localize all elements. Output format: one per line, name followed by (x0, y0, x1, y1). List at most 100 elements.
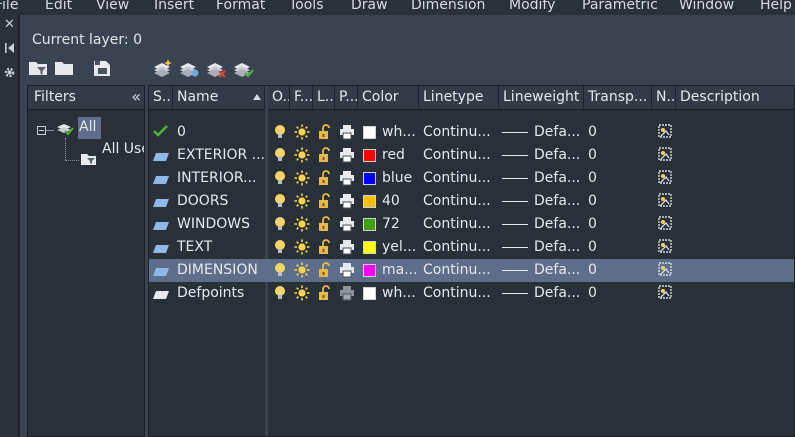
layer-lineweight[interactable]: Defa... (534, 124, 582, 140)
menu-file[interactable]: File (0, 0, 18, 13)
layer-name[interactable]: EXTERIOR ... (177, 147, 265, 163)
layer-thaw-sun-icon[interactable] (294, 193, 310, 213)
layer-transparency[interactable]: 0 (588, 147, 648, 163)
new-property-filter-icon[interactable] (28, 58, 50, 78)
layer-transparency[interactable]: 0 (588, 124, 648, 140)
layer-row[interactable]: INTERIOR... blue Continu... Defa... 0 (149, 167, 794, 190)
layer-unlocked-icon[interactable] (318, 216, 332, 236)
layer-on-bulb-icon[interactable] (274, 285, 286, 305)
layer-lineweight[interactable]: Defa... (534, 262, 582, 278)
layer-color-name[interactable]: red (382, 147, 418, 163)
layer-thaw-sun-icon[interactable] (294, 262, 310, 282)
col-plot[interactable]: P... (335, 86, 358, 110)
menu-parametric[interactable]: Parametric (582, 0, 658, 13)
col-new-vp-freeze[interactable]: N... (652, 86, 676, 110)
layer-plot-printer-icon[interactable] (339, 124, 355, 144)
layer-lineweight[interactable]: Defa... (534, 285, 582, 301)
layer-on-bulb-icon[interactable] (274, 124, 286, 144)
layer-plot-printer-icon[interactable] (339, 262, 355, 282)
layer-unlocked-icon[interactable] (318, 262, 332, 282)
layer-on-bulb-icon[interactable] (274, 262, 286, 282)
layer-row[interactable]: 0 wh... Continu... Defa... 0 (149, 121, 794, 144)
layer-row[interactable]: EXTERIOR ... red Continu... Defa... 0 (149, 144, 794, 167)
new-vp-freeze-icon[interactable] (658, 124, 672, 142)
col-linetype[interactable]: Linetype (419, 86, 499, 110)
menu-edit[interactable]: Edit (45, 0, 72, 13)
close-icon[interactable]: ✕ (3, 18, 16, 32)
menu-draw[interactable]: Draw (351, 0, 388, 13)
new-vp-freeze-icon[interactable] (658, 170, 672, 188)
set-current-layer-icon[interactable] (232, 58, 254, 78)
layer-linetype[interactable]: Continu... (423, 147, 497, 163)
new-vp-freeze-icon[interactable] (658, 285, 672, 303)
col-name[interactable]: Name (173, 86, 265, 110)
menu-dimension[interactable]: Dimension (411, 0, 485, 13)
layer-on-bulb-icon[interactable] (274, 216, 286, 236)
layer-name[interactable]: WINDOWS (177, 216, 265, 232)
layer-thaw-sun-icon[interactable] (294, 239, 310, 259)
layer-color-name[interactable]: blue (382, 170, 418, 186)
layer-thaw-sun-icon[interactable] (294, 216, 310, 236)
layer-transparency[interactable]: 0 (588, 216, 648, 232)
layer-color-swatch[interactable] (363, 241, 376, 254)
layer-plot-printer-icon[interactable] (339, 147, 355, 167)
menu-modify[interactable]: Modify (509, 0, 555, 13)
layer-unlocked-icon[interactable] (318, 239, 332, 259)
layer-linetype[interactable]: Continu... (423, 124, 497, 140)
layer-row[interactable]: DIMENSION ma... Continu... Defa... 0 (149, 259, 794, 282)
layer-unlocked-icon[interactable] (318, 124, 332, 144)
col-on[interactable]: O... (268, 86, 290, 110)
layer-on-bulb-icon[interactable] (274, 147, 286, 167)
layer-plot-printer-icon[interactable] (339, 285, 355, 305)
col-color[interactable]: Color (358, 86, 419, 110)
layer-linetype[interactable]: Continu... (423, 170, 497, 186)
collapse-filters-icon[interactable]: « (131, 87, 141, 106)
layer-lineweight[interactable]: Defa... (534, 147, 582, 163)
layer-color-name[interactable]: ma... (382, 262, 418, 278)
menu-window[interactable]: Window (679, 0, 734, 13)
col-transparency[interactable]: Transp... (584, 86, 652, 110)
layer-row[interactable]: Defpoints wh... Continu... Defa... 0 (149, 282, 794, 305)
layer-linetype[interactable]: Continu... (423, 216, 497, 232)
layer-color-swatch[interactable] (363, 172, 376, 185)
layer-color-name[interactable]: 40 (382, 193, 418, 209)
layer-color-swatch[interactable] (363, 195, 376, 208)
tree-item-all-used-layers[interactable]: All Used Layers (102, 141, 144, 157)
layer-thaw-sun-icon[interactable] (294, 170, 310, 190)
layer-name[interactable]: INTERIOR... (177, 170, 265, 186)
layer-row[interactable]: TEXT yel... Continu... Defa... 0 (149, 236, 794, 259)
col-lineweight[interactable]: Lineweight (499, 86, 584, 110)
layer-on-bulb-icon[interactable] (274, 239, 286, 259)
layer-name[interactable]: 0 (177, 124, 265, 140)
layer-color-name[interactable]: 72 (382, 216, 418, 232)
collapse-icon[interactable] (3, 42, 16, 56)
menu-tools[interactable]: Tools (289, 0, 324, 13)
layer-transparency[interactable]: 0 (588, 193, 648, 209)
layer-color-name[interactable]: yel... (382, 239, 418, 255)
layer-on-bulb-icon[interactable] (274, 170, 286, 190)
layer-plot-printer-icon[interactable] (339, 170, 355, 190)
layer-row[interactable]: DOORS 40 Continu... Defa... 0 (149, 190, 794, 213)
menu-help[interactable]: Help (760, 0, 792, 13)
layer-lineweight[interactable]: Defa... (534, 170, 582, 186)
col-freeze[interactable]: F... (290, 86, 313, 110)
layer-name[interactable]: DIMENSION (177, 262, 265, 278)
layer-name[interactable]: Defpoints (177, 285, 265, 301)
layer-unlocked-icon[interactable] (318, 285, 332, 305)
layer-row[interactable]: WINDOWS 72 Continu... Defa... 0 (149, 213, 794, 236)
layer-transparency[interactable]: 0 (588, 262, 648, 278)
layer-color-swatch[interactable] (363, 287, 376, 300)
layer-plot-printer-icon[interactable] (339, 193, 355, 213)
layer-unlocked-icon[interactable] (318, 193, 332, 213)
layer-plot-printer-icon[interactable] (339, 216, 355, 236)
layer-lineweight[interactable]: Defa... (534, 239, 582, 255)
layer-lineweight[interactable]: Defa... (534, 193, 582, 209)
new-vp-freeze-icon[interactable] (658, 262, 672, 280)
delete-layer-icon[interactable] (205, 58, 227, 78)
new-vp-freeze-icon[interactable] (658, 239, 672, 257)
layer-color-name[interactable]: wh... (382, 124, 418, 140)
new-vp-freeze-icon[interactable] (658, 193, 672, 211)
menu-view[interactable]: View (96, 0, 129, 13)
layer-linetype[interactable]: Continu... (423, 239, 497, 255)
layer-transparency[interactable]: 0 (588, 239, 648, 255)
